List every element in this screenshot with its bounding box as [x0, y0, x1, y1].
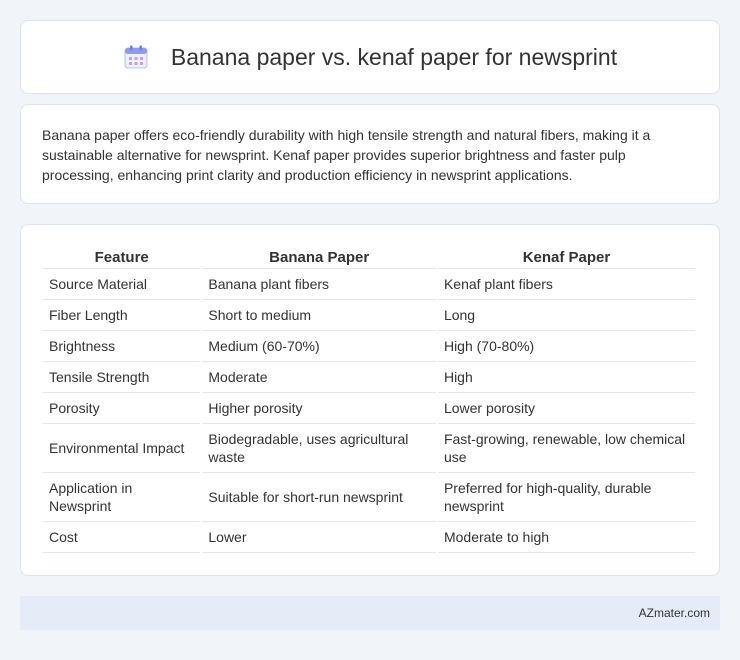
- header-feature: Feature: [43, 245, 201, 269]
- kenaf-cell: Moderate to high: [437, 522, 695, 553]
- feature-cell: Porosity: [43, 393, 201, 424]
- feature-cell: Brightness: [43, 331, 201, 362]
- banana-cell: Moderate: [202, 362, 436, 393]
- feature-cell: Source Material: [43, 269, 201, 300]
- table-header-row: Feature Banana Paper Kenaf Paper: [43, 245, 695, 269]
- table-row: Environmental Impact Biodegradable, uses…: [43, 424, 695, 473]
- comparison-table: Feature Banana Paper Kenaf Paper Source …: [41, 245, 697, 553]
- kenaf-cell: Lower porosity: [437, 393, 695, 424]
- banana-cell: Banana plant fibers: [202, 269, 436, 300]
- kenaf-cell: High: [437, 362, 695, 393]
- table-row: Tensile Strength Moderate High: [43, 362, 695, 393]
- banana-cell: Short to medium: [202, 300, 436, 331]
- table-row: Fiber Length Short to medium Long: [43, 300, 695, 331]
- kenaf-cell: High (70-80%): [437, 331, 695, 362]
- intro-text: Banana paper offers eco-friendly durabil…: [42, 127, 651, 183]
- footer: AZmater.com: [20, 596, 720, 630]
- table-row: Application in Newsprint Suitable for sh…: [43, 473, 695, 522]
- kenaf-cell: Long: [437, 300, 695, 331]
- feature-cell: Tensile Strength: [43, 362, 201, 393]
- kenaf-cell: Fast-growing, renewable, low chemical us…: [437, 424, 695, 473]
- feature-cell: Fiber Length: [43, 300, 201, 331]
- table-row: Brightness Medium (60-70%) High (70-80%): [43, 331, 695, 362]
- header-banana-paper: Banana Paper: [202, 245, 436, 269]
- footer-brand: AZmater.com: [638, 606, 710, 620]
- intro-card: Banana paper offers eco-friendly durabil…: [20, 104, 720, 204]
- kenaf-cell: Kenaf plant fibers: [437, 269, 695, 300]
- comparison-card: Feature Banana Paper Kenaf Paper Source …: [20, 224, 720, 576]
- table-row: Porosity Higher porosity Lower porosity: [43, 393, 695, 424]
- banana-cell: Biodegradable, uses agricultural waste: [202, 424, 436, 473]
- kenaf-cell: Preferred for high-quality, durable news…: [437, 473, 695, 522]
- table-row: Cost Lower Moderate to high: [43, 522, 695, 553]
- banana-cell: Medium (60-70%): [202, 331, 436, 362]
- banana-cell: Suitable for short-run newsprint: [202, 473, 436, 522]
- banana-cell: Lower: [202, 522, 436, 553]
- table-row: Source Material Banana plant fibers Kena…: [43, 269, 695, 300]
- calendar-icon: [123, 44, 149, 70]
- feature-cell: Cost: [43, 522, 201, 553]
- header-kenaf-paper: Kenaf Paper: [437, 245, 695, 269]
- banana-cell: Higher porosity: [202, 393, 436, 424]
- feature-cell: Environmental Impact: [43, 424, 201, 473]
- page-title: Banana paper vs. kenaf paper for newspri…: [170, 43, 618, 70]
- title-card: Banana paper vs. kenaf paper for newspri…: [20, 20, 720, 94]
- feature-cell: Application in Newsprint: [43, 473, 201, 522]
